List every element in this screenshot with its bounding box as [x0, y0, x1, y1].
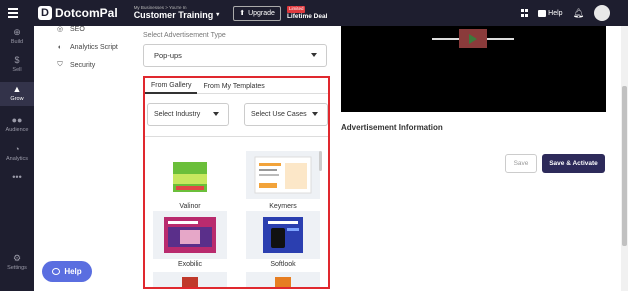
help-chat-label: Help — [64, 267, 82, 276]
gear-icon: ⚙ — [12, 253, 22, 263]
divider — [145, 136, 328, 137]
template-thumbnail-valinor[interactable] — [153, 153, 227, 201]
dollar-icon: $ — [14, 55, 20, 65]
business-switcher[interactable]: My Businesses > You're In Customer Train… — [134, 6, 220, 20]
upgrade-label: Upgrade — [248, 9, 275, 17]
industry-filter[interactable]: Select Industry — [147, 103, 229, 126]
left-nav: ⊕ Build $ Sell ▲ Grow ●● Audience ◔ Anal… — [0, 26, 34, 291]
template-thumbnail-partial-1[interactable] — [153, 272, 227, 287]
settings-item-label: Analytics Script — [70, 43, 118, 51]
settings-item-analytics-script[interactable]: ◐ Analytics Script — [56, 38, 118, 56]
avatar[interactable] — [594, 5, 610, 21]
template-picker: From Gallery From My Templates Select In… — [143, 76, 330, 289]
chevron-down-icon: ▾ — [216, 12, 220, 19]
brand-mark-icon: D — [38, 6, 52, 20]
softlook-preview-image — [263, 217, 303, 253]
template-thumbnail-softlook[interactable] — [246, 211, 320, 259]
apps-grid-icon[interactable] — [520, 9, 529, 17]
nav-label: Analytics — [5, 156, 28, 162]
business-name: Customer Training — [133, 9, 214, 20]
settings-item-seo[interactable]: ◎ SEO — [56, 20, 118, 38]
template-thumbnail-exobilic[interactable] — [153, 211, 227, 259]
use-case-filter-label: Select Use Cases — [251, 111, 307, 118]
settings-item-label: Security — [70, 61, 96, 69]
help-label: Help — [548, 9, 563, 17]
nav-item-more[interactable]: ••• — [0, 173, 34, 183]
template-tabs: From Gallery From My Templates — [145, 78, 328, 94]
exobilic-preview-image — [164, 217, 216, 253]
page-scrollbar[interactable] — [621, 26, 628, 291]
limited-badge: Limited — [286, 6, 306, 13]
caret-down-icon — [311, 53, 317, 57]
nav-item-analytics[interactable]: ◔ Analytics — [0, 145, 34, 165]
template-thumbnail-partial-2[interactable] — [246, 272, 320, 287]
build-icon: ⊕ — [13, 27, 21, 37]
nav-item-audience[interactable]: ●● Audience — [0, 116, 34, 136]
template-thumbnail-keymers[interactable] — [246, 151, 320, 199]
template-scrollbar[interactable] — [319, 151, 322, 171]
tab-from-my-templates[interactable]: From My Templates — [197, 78, 270, 94]
settings-item-label: SEO — [70, 25, 85, 33]
play-button[interactable] — [459, 29, 487, 48]
use-case-filter[interactable]: Select Use Cases — [244, 103, 328, 126]
caret-down-icon — [312, 112, 318, 116]
seo-icon: ◎ — [56, 26, 64, 33]
template-name: Exobilic — [177, 261, 203, 268]
more-icon: ••• — [12, 172, 22, 182]
brand-name: DotcomPal — [55, 6, 118, 20]
chat-bubble-icon — [52, 268, 61, 275]
video-preview[interactable] — [341, 26, 606, 112]
page-scrollbar-thumb[interactable] — [622, 86, 627, 246]
ad-type-value: Pop-ups — [154, 51, 182, 60]
help-icon — [538, 9, 547, 17]
ad-type-select[interactable]: Pop-ups — [143, 44, 327, 67]
settings-list: ◎ SEO ◐ Analytics Script ⛉ Security — [56, 20, 118, 74]
play-icon — [469, 33, 477, 44]
valinor-preview-image — [173, 162, 207, 192]
industry-filter-label: Select Industry — [154, 111, 201, 118]
upgrade-arrow-icon: ⬆ — [239, 10, 246, 17]
menu-icon[interactable] — [0, 0, 26, 26]
analytics-icon: ◔ — [14, 144, 20, 154]
help-chat-button[interactable]: Help — [42, 261, 92, 282]
save-button[interactable]: Save — [505, 154, 537, 173]
template-name: Valinor — [179, 203, 201, 210]
partial-preview-image — [275, 277, 291, 287]
nav-item-grow[interactable]: ▲ Grow — [0, 82, 34, 106]
settings-item-security[interactable]: ⛉ Security — [56, 56, 118, 74]
ad-info-title: Advertisement Information — [341, 123, 443, 132]
upgrade-button[interactable]: ⬆ Upgrade — [233, 5, 281, 21]
analytics-script-icon: ◐ — [57, 43, 63, 51]
shield-icon: ⛉ — [57, 61, 63, 68]
partial-preview-image — [182, 277, 198, 287]
lifetime-deal-label: Lifetime Deal — [286, 12, 328, 20]
nav-item-settings[interactable]: ⚙ Settings — [0, 254, 34, 274]
tab-from-gallery[interactable]: From Gallery — [145, 78, 198, 94]
ad-type-label: Select Advertisement Type — [143, 32, 226, 39]
help-link[interactable]: Help — [538, 9, 563, 17]
grow-icon: ▲ — [12, 84, 22, 94]
nav-label: Audience — [5, 127, 29, 133]
save-activate-button[interactable]: Save & Activate — [542, 154, 605, 173]
nav-label: Sell — [12, 67, 22, 73]
nav-label: Settings — [7, 265, 27, 271]
nav-item-build[interactable]: ⊕ Build — [0, 28, 34, 48]
lifetime-deal-link[interactable]: Limited Lifetime Deal — [286, 6, 328, 20]
template-name: Softlook — [270, 261, 296, 268]
bell-icon[interactable]: 🔔︎ — [573, 8, 584, 19]
keymers-preview-image — [254, 156, 312, 194]
nav-label: Grow — [10, 96, 24, 102]
nav-item-sell[interactable]: $ Sell — [0, 56, 34, 76]
caret-down-icon — [213, 112, 219, 116]
nav-label: Build — [10, 39, 24, 45]
template-name: Keymers — [269, 203, 297, 210]
audience-icon: ●● — [11, 115, 23, 125]
brand-logo[interactable]: D DotcomPal — [38, 6, 118, 20]
